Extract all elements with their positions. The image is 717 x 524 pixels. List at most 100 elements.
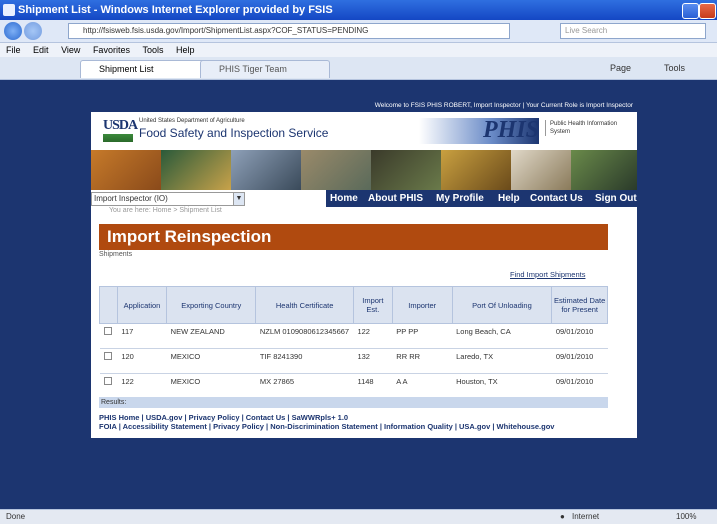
photo-6 xyxy=(441,150,511,190)
table-row[interactable]: 117 NEW ZEALAND NZLM 0109080612345667 12… xyxy=(99,323,608,349)
row-select[interactable] xyxy=(99,348,118,374)
cell-certificate: NZLM 0109080612345667 xyxy=(255,323,354,349)
photo-3 xyxy=(231,150,301,190)
cell-certificate: TIF 8241390 xyxy=(255,348,354,374)
menu-help[interactable]: Help xyxy=(176,45,195,55)
photo-7 xyxy=(511,150,571,190)
column-header[interactable]: Estimated Date for Present xyxy=(551,286,608,324)
cell-application: 117 xyxy=(117,323,167,349)
title-bar: Shipment List - Windows Internet Explore… xyxy=(0,0,717,20)
cell-application: 122 xyxy=(117,373,167,399)
nav-help[interactable]: Help xyxy=(498,190,520,207)
phis-full-name: Public Health Information System xyxy=(545,120,630,136)
photo-banner xyxy=(91,150,637,190)
status-text: Done xyxy=(6,512,26,521)
photo-5 xyxy=(371,150,441,190)
tab-phis-tiger-team[interactable]: PHIS Tiger Team xyxy=(200,60,330,78)
column-header[interactable]: Health Certificate xyxy=(255,286,354,324)
page-title-banner: Import Reinspection xyxy=(99,224,608,250)
cell-country: MEXICO xyxy=(166,348,256,374)
menu-file[interactable]: File xyxy=(6,45,21,55)
tab-bar: Shipment List PHIS Tiger Team Page Tools xyxy=(0,57,717,80)
cell-port: Laredo, TX xyxy=(452,348,552,374)
cell-application: 120 xyxy=(117,348,167,374)
status-bar: Done ● Internet 100% xyxy=(0,509,717,524)
photo-8 xyxy=(571,150,637,190)
find-import-shipments-link[interactable]: Find Import Shipments xyxy=(510,270,585,279)
address-bar: http://fsisweb.fsis.usda.gov/Import/Ship… xyxy=(0,20,717,43)
results-label: Results: xyxy=(101,399,127,406)
page-menu[interactable]: Page xyxy=(610,61,631,75)
results-bar: Results: xyxy=(99,397,608,408)
forward-icon[interactable] xyxy=(24,22,42,40)
search-input[interactable]: Live Search xyxy=(560,23,706,39)
usda-logo-bar xyxy=(103,134,133,142)
nav-home[interactable]: Home xyxy=(330,190,358,207)
department-name: United States Department of Agriculture xyxy=(139,118,245,124)
row-checkbox[interactable] xyxy=(103,377,112,385)
page-title: Import Reinspection xyxy=(107,227,272,246)
photo-1 xyxy=(91,150,161,190)
cell-port: Long Beach, CA xyxy=(452,323,552,349)
cell-est: 1148 xyxy=(353,373,393,399)
menu-bar: File Edit View Favorites Tools Help xyxy=(0,43,717,57)
role-select-value: Import Inspector (IO) xyxy=(94,194,168,203)
breadcrumb: You are here: Home > Shipment List xyxy=(109,207,222,214)
cell-importer: PP PP xyxy=(392,323,453,349)
footer-links-2[interactable]: FOIA | Accessibility Statement | Privacy… xyxy=(99,422,554,431)
page-subtitle: Shipments xyxy=(99,251,133,258)
usda-logo-text: USDA xyxy=(103,118,138,133)
row-select[interactable] xyxy=(99,323,118,349)
phis-logo: PHIS xyxy=(483,117,540,143)
cell-importer: A A xyxy=(392,373,453,399)
menu-edit[interactable]: Edit xyxy=(33,45,49,55)
column-header[interactable]: Import Est. xyxy=(352,286,393,324)
column-header[interactable]: Importer xyxy=(391,286,453,324)
nav-row: Import Inspector (IO) ▼ Home About PHIS … xyxy=(91,190,637,207)
globe-icon: ● xyxy=(560,512,565,521)
url-input[interactable]: http://fsisweb.fsis.usda.gov/Import/Ship… xyxy=(68,23,510,39)
row-select[interactable] xyxy=(99,373,118,399)
column-header[interactable]: Application xyxy=(116,286,168,324)
role-select[interactable]: Import Inspector (IO) ▼ xyxy=(91,192,245,206)
welcome-text: Welcome to FSIS PHIS ROBERT, Import Insp… xyxy=(374,102,633,109)
cell-importer: RR RR xyxy=(392,348,453,374)
window-title: Shipment List - Windows Internet Explore… xyxy=(18,4,333,16)
photo-4 xyxy=(301,150,371,190)
table-row[interactable]: 120 MEXICO TIF 8241390 132 RR RR Laredo,… xyxy=(99,348,608,374)
cell-date: 09/01/2010 xyxy=(551,373,608,399)
menu-tools[interactable]: Tools xyxy=(142,45,163,55)
nav-sign-out[interactable]: Sign Out xyxy=(595,190,637,207)
select-column-header xyxy=(99,286,118,324)
column-header[interactable]: Exporting Country xyxy=(166,286,257,324)
nav-my-profile[interactable]: My Profile xyxy=(436,190,484,207)
row-checkbox[interactable] xyxy=(103,327,112,335)
row-checkbox[interactable] xyxy=(103,352,112,360)
zone-label: Internet xyxy=(572,512,600,521)
column-header[interactable]: Port Of Unloading xyxy=(451,286,553,324)
cell-certificate: MX 27865 xyxy=(255,373,354,399)
cell-date: 09/01/2010 xyxy=(551,323,608,349)
table-row[interactable]: 122 MEXICO MX 27865 1148 A A Houston, TX… xyxy=(99,373,608,399)
back-icon[interactable] xyxy=(4,22,22,40)
agency-name: Food Safety and Inspection Service xyxy=(139,126,329,140)
chevron-down-icon[interactable]: ▼ xyxy=(233,193,244,205)
tools-menu[interactable]: Tools xyxy=(664,61,685,75)
main-nav: Home About PHIS My Profile Help Contact … xyxy=(326,190,637,207)
table-header-row: Application Exporting Country Health Cer… xyxy=(99,286,608,324)
nav-contact-us[interactable]: Contact Us xyxy=(530,190,583,207)
cell-date: 09/01/2010 xyxy=(551,348,608,374)
menu-view[interactable]: View xyxy=(61,45,80,55)
zoom-level[interactable]: 100% xyxy=(676,510,696,524)
minimize-button[interactable] xyxy=(682,3,699,19)
footer-links-1[interactable]: PHIS Home | USDA.gov | Privacy Policy | … xyxy=(99,413,348,422)
menu-favorites[interactable]: Favorites xyxy=(93,45,130,55)
close-button[interactable] xyxy=(699,3,716,19)
cell-est: 132 xyxy=(353,348,393,374)
site-header: USDA United States Department of Agricul… xyxy=(91,112,637,150)
usda-logo[interactable]: USDA xyxy=(103,118,138,144)
tab-shipment-list[interactable]: Shipment List xyxy=(80,60,218,78)
cell-country: NEW ZEALAND xyxy=(166,323,256,349)
cell-est: 122 xyxy=(353,323,393,349)
nav-about-phis[interactable]: About PHIS xyxy=(368,190,423,207)
